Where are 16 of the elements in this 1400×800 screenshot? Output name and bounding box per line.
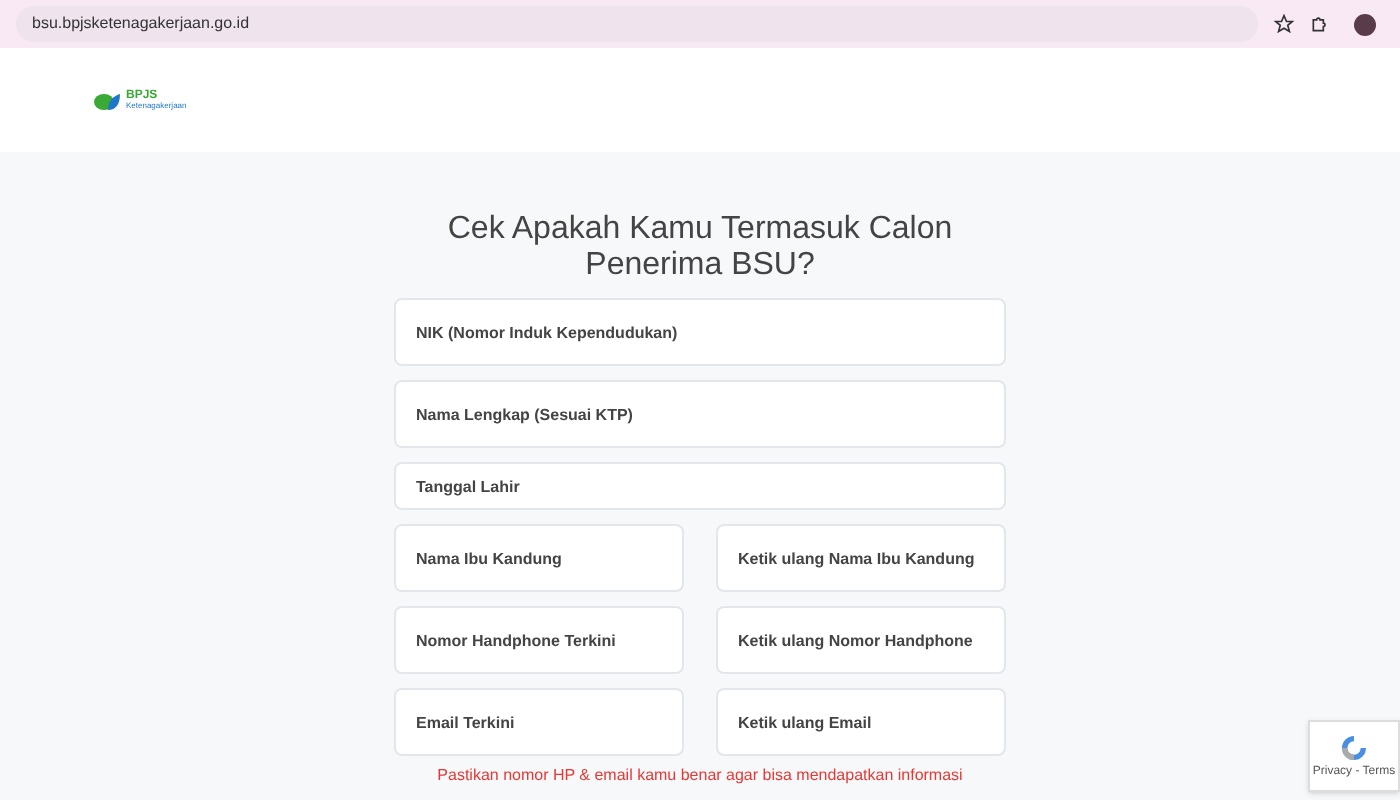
notice-text: Pastikan nomor HP & email kamu benar agar bisa mendapatkan informasi (435, 764, 965, 788)
input-field[interactable]: Email Terkini (394, 688, 684, 756)
input-field[interactable]: Nama Lengkap (Sesuai KTP) (394, 380, 1006, 448)
url-text[interactable]: bsu.bpjsketenagakerjaan.go.id (32, 12, 250, 36)
input-field[interactable]: Ketik ulang Nomor Handphone (716, 606, 1006, 674)
form-title: Cek Apakah Kamu Termasuk Calon Penerima BSU? (445, 212, 955, 284)
input-field[interactable]: Nama Ibu Kandung (394, 524, 684, 592)
input-field[interactable]: Tanggal Lahir (394, 462, 1006, 510)
input-field[interactable]: Nomor Handphone Terkini (394, 606, 684, 674)
puzzle-icon[interactable] (1310, 14, 1330, 34)
input-field[interactable]: Ketik ulang Nama Ibu Kandung (716, 524, 1006, 592)
profile-avatar[interactable] (1354, 13, 1376, 35)
star-icon[interactable] (1274, 14, 1294, 34)
logo-icon (94, 88, 122, 112)
input-field[interactable]: NIK (Nomor Induk Kependudukan) (394, 298, 1006, 366)
input-field[interactable]: Ketik ulang Email (716, 688, 1006, 756)
